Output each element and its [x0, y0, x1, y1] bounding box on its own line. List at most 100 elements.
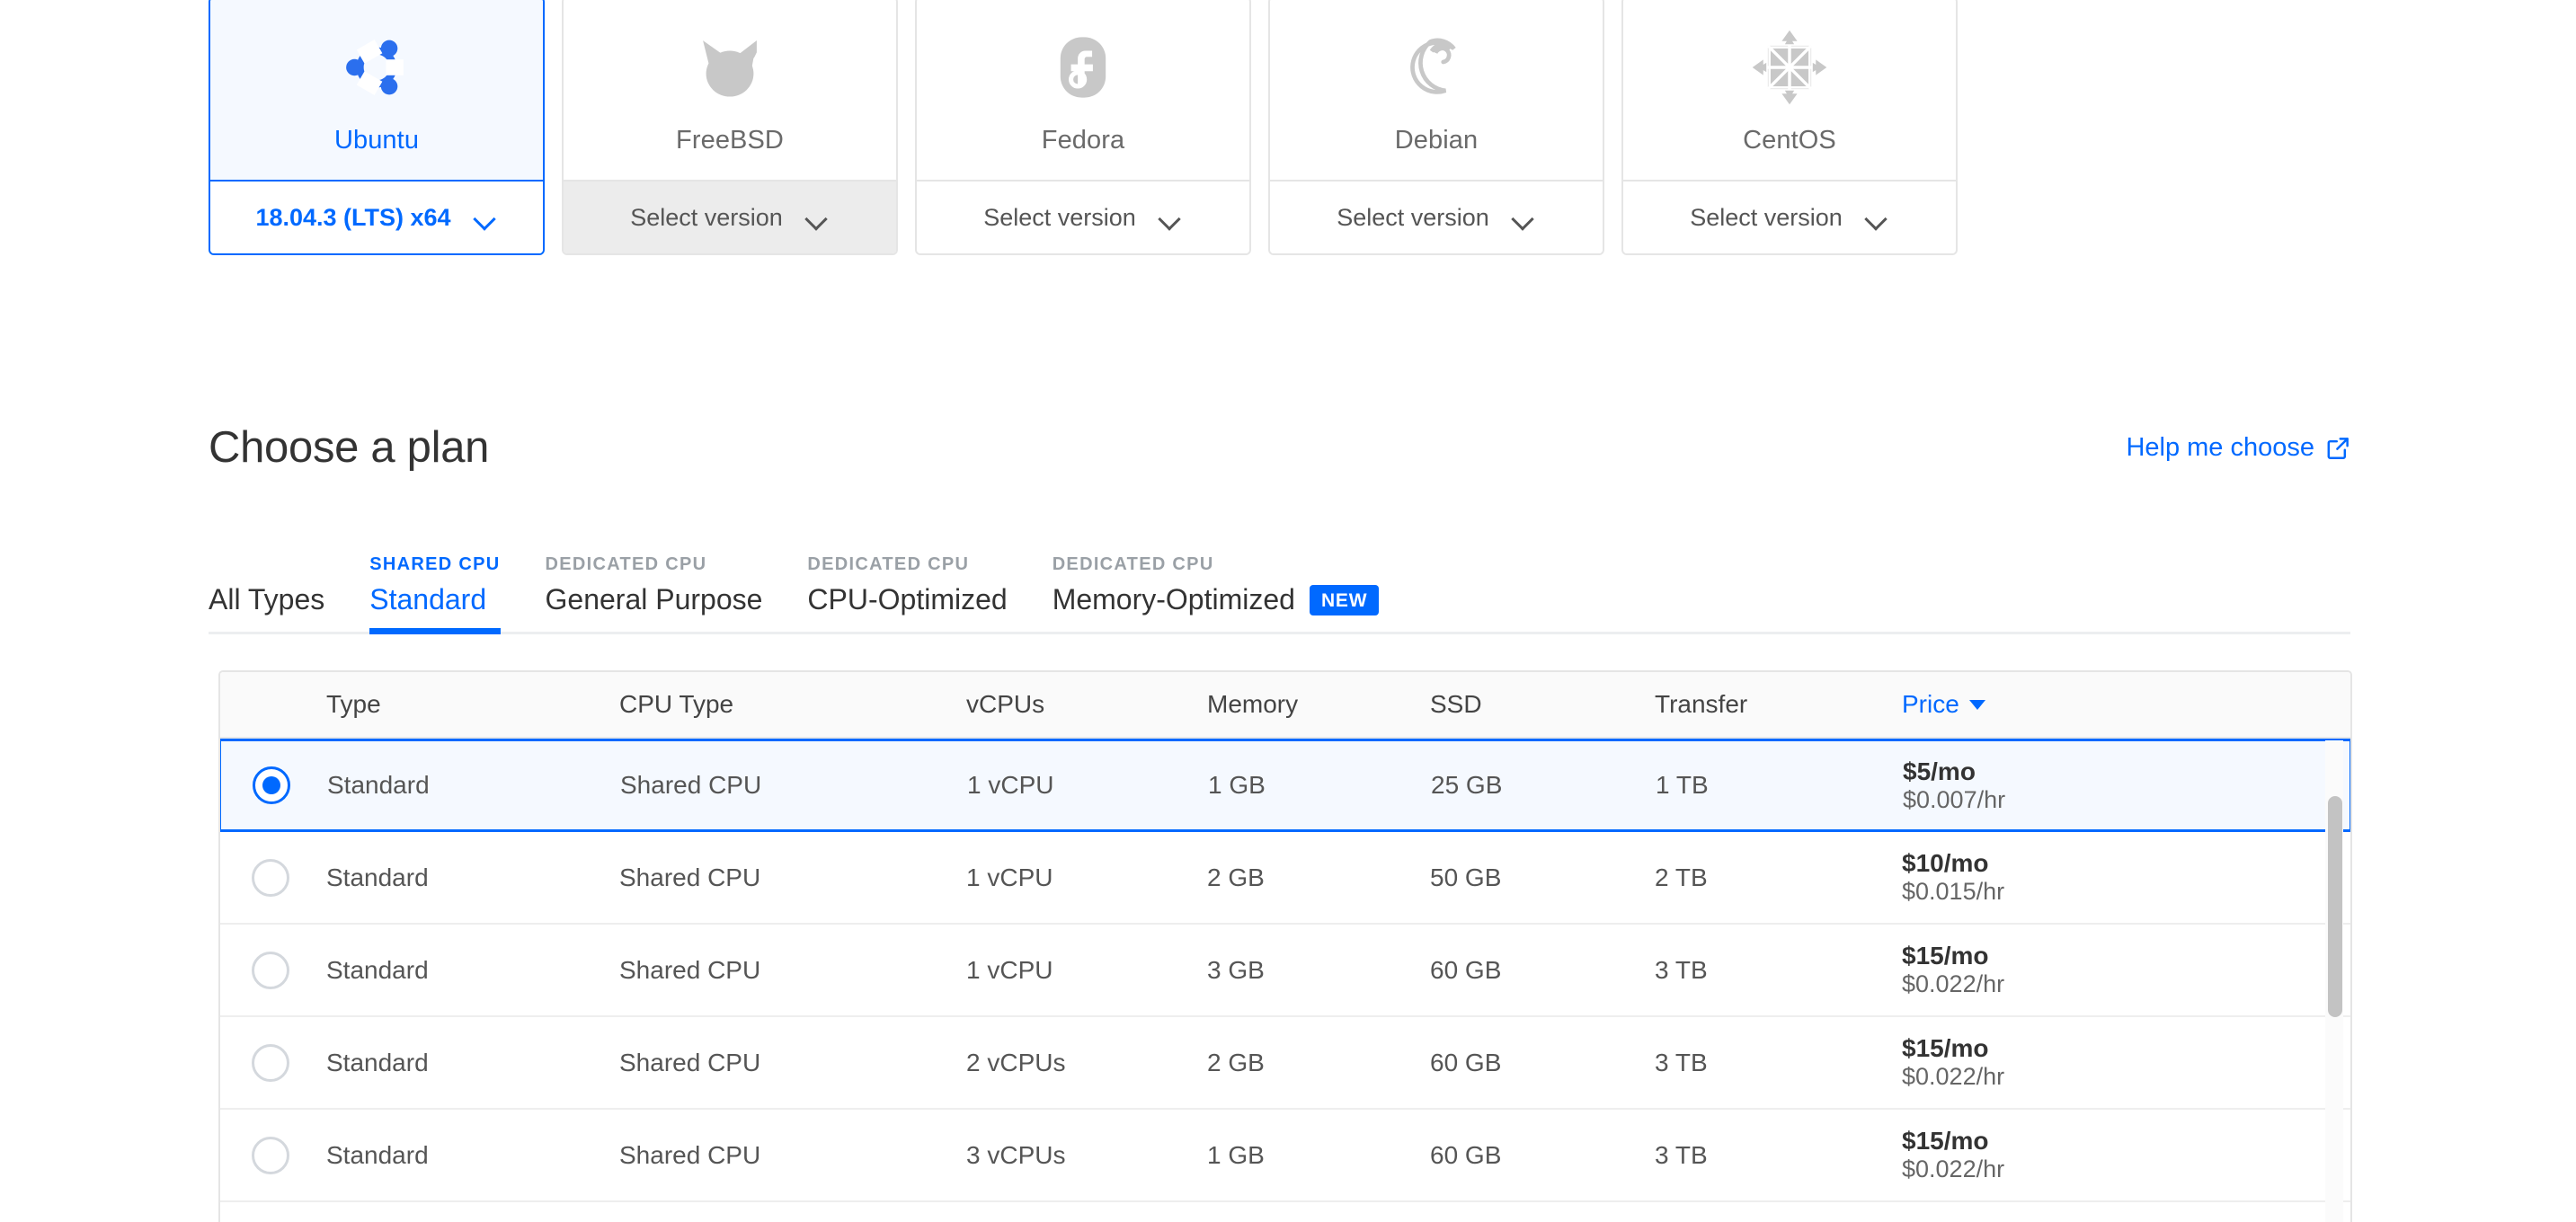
table-row[interactable]: $20/ — [220, 1202, 2350, 1222]
cell-ssd: 60 GB — [1430, 1048, 1502, 1076]
chevron-down-icon — [1513, 211, 1536, 225]
column-header-ssd[interactable]: SSD — [1376, 690, 1599, 719]
cell-price-hourly: $0.007/hr — [1903, 785, 2006, 813]
os-version-select-debian[interactable]: Select version — [1270, 180, 1603, 253]
cell-transfer: 3 TB — [1655, 1048, 1708, 1076]
table-row[interactable]: Standard Shared CPU 1 vCPU 2 GB 50 GB 2 … — [220, 832, 2350, 925]
row-radio-cell[interactable] — [221, 766, 322, 804]
tab-standard[interactable]: SHARED CPU Standard — [369, 528, 501, 634]
os-version-select-fedora-label: Select version — [983, 203, 1136, 231]
column-header-transfer[interactable]: Transfer — [1599, 690, 1855, 719]
cell-price: $15/mo $0.022/hr — [1855, 1126, 2314, 1184]
column-header-type[interactable]: Type — [321, 690, 616, 719]
cell-type: Standard — [327, 771, 430, 799]
plan-type-tabs: All Types SHARED CPU Standard DEDICATED … — [209, 528, 2350, 634]
cell-cpu-type: Shared CPU — [619, 955, 761, 984]
radio-button[interactable] — [252, 858, 289, 897]
cell-vcpus: 1 vCPU — [966, 863, 1053, 891]
table-row[interactable]: Standard Shared CPU 1 vCPU 1 GB 25 GB 1 … — [220, 739, 2350, 832]
table-scrollbar-track[interactable] — [2325, 740, 2343, 1222]
cell-vcpus: 2 vCPUs — [966, 1048, 1066, 1076]
radio-button[interactable] — [252, 1043, 289, 1082]
os-version-select-centos[interactable]: Select version — [1623, 180, 1956, 253]
cell-memory: 1 GB — [1207, 1140, 1265, 1169]
tab-memory-optimized-label: Memory-Optimized NEW — [1053, 583, 1380, 616]
os-card-row: Ubuntu 18.04.3 (LTS) x64 FreeBSD Select … — [209, 0, 1958, 255]
tab-all-types[interactable]: All Types — [209, 528, 324, 632]
cell-memory: 3 GB — [1207, 955, 1265, 984]
tab-general-purpose[interactable]: DEDICATED CPU General Purpose — [546, 528, 763, 632]
tab-all-types-label: All Types — [209, 583, 325, 615]
cell-cpu-type: Shared CPU — [619, 1140, 761, 1169]
os-card-centos-body[interactable]: CentOS — [1623, 0, 1956, 180]
os-card-fedora-body[interactable]: Fedora — [917, 0, 1249, 180]
tab-standard-label: Standard — [369, 583, 487, 615]
cell-price: $15/mo $0.022/hr — [1855, 1033, 2314, 1092]
cell-price-monthly: $15/mo — [1902, 1127, 1989, 1156]
page-title: Choose a plan — [209, 423, 490, 472]
choose-a-plan-header: Choose a plan Help me choose — [209, 422, 2350, 473]
table-header-row: Type CPU Type vCPUs Memory SSD Transfer … — [220, 672, 2350, 739]
table-row[interactable]: Standard Shared CPU 3 vCPUs 1 GB 60 GB 3… — [220, 1110, 2350, 1202]
table-scrollbar-thumb[interactable] — [2328, 796, 2342, 1017]
cell-transfer: 3 TB — [1655, 1140, 1708, 1169]
chevron-down-icon — [475, 211, 498, 225]
tab-all-types-kicker — [209, 554, 324, 576]
os-card-centos[interactable]: CentOS Select version — [1621, 0, 1958, 255]
radio-button[interactable] — [252, 1136, 289, 1174]
tab-memory-optimized-kicker: DEDICATED CPU — [1052, 554, 1214, 574]
plan-table: Type CPU Type vCPUs Memory SSD Transfer … — [218, 670, 2352, 1222]
row-radio-cell[interactable] — [220, 951, 321, 989]
cell-memory: 2 GB — [1207, 863, 1265, 891]
chevron-down-icon — [806, 211, 830, 225]
os-card-freebsd-body[interactable]: FreeBSD — [564, 0, 896, 180]
tab-general-purpose-kicker: DEDICATED CPU — [545, 554, 707, 574]
os-version-select-fedora[interactable]: Select version — [917, 180, 1249, 253]
os-version-select-ubuntu[interactable]: 18.04.3 (LTS) x64 — [210, 180, 543, 253]
create-droplet-page: Ubuntu 18.04.3 (LTS) x64 FreeBSD Select … — [0, 0, 2576, 1222]
os-card-freebsd[interactable]: FreeBSD Select version — [562, 0, 898, 255]
radio-button-selected[interactable] — [253, 766, 290, 804]
os-card-ubuntu-body[interactable]: Ubuntu — [210, 0, 543, 180]
cell-price-hourly: $0.015/hr — [1902, 878, 2005, 906]
help-me-choose-link[interactable]: Help me choose — [2126, 422, 2350, 463]
row-radio-cell[interactable] — [220, 858, 321, 897]
cell-transfer: 1 TB — [1656, 771, 1709, 799]
chevron-down-icon — [1866, 211, 1889, 225]
cell-price: $15/mo $0.022/hr — [1855, 941, 2314, 999]
tab-spacer — [501, 631, 546, 632]
tab-cpu-optimized[interactable]: DEDICATED CPU CPU-Optimized — [807, 528, 1007, 632]
table-row[interactable]: Standard Shared CPU 2 vCPUs 2 GB 60 GB 3… — [220, 1017, 2350, 1110]
external-link-icon — [2326, 436, 2350, 460]
os-version-select-centos-label: Select version — [1690, 203, 1843, 231]
column-header-price[interactable]: Price — [1855, 690, 2314, 719]
column-header-vcpus[interactable]: vCPUs — [939, 690, 1160, 719]
freebsd-logo-icon — [680, 18, 779, 117]
os-card-debian[interactable]: Debian Select version — [1268, 0, 1604, 255]
cell-cpu-type: Shared CPU — [619, 863, 761, 891]
cell-type: Standard — [326, 1048, 429, 1076]
cell-price: $10/mo $0.015/hr — [1855, 848, 2314, 907]
row-radio-cell[interactable] — [220, 1136, 321, 1174]
row-radio-cell[interactable] — [220, 1043, 321, 1082]
os-card-freebsd-label: FreeBSD — [676, 126, 784, 155]
table-row[interactable]: Standard Shared CPU 1 vCPU 3 GB 60 GB 3 … — [220, 925, 2350, 1017]
cell-price-monthly: $5/mo — [1903, 757, 1976, 785]
os-card-debian-label: Debian — [1394, 126, 1479, 155]
column-header-price-label: Price — [1902, 690, 1959, 718]
radio-button[interactable] — [252, 951, 289, 989]
debian-logo-icon — [1387, 18, 1486, 117]
column-header-cpu-type[interactable]: CPU Type — [616, 690, 939, 719]
os-card-debian-body[interactable]: Debian — [1270, 0, 1603, 180]
column-header-memory[interactable]: Memory — [1160, 690, 1376, 719]
ubuntu-logo-icon — [327, 18, 426, 117]
os-card-ubuntu[interactable]: Ubuntu 18.04.3 (LTS) x64 — [209, 0, 545, 255]
os-version-select-freebsd[interactable]: Select version — [564, 180, 896, 253]
chevron-down-icon — [1159, 211, 1183, 225]
cell-vcpus: 3 vCPUs — [966, 1140, 1066, 1169]
cell-price-monthly: $15/mo — [1902, 1034, 1989, 1063]
tab-memory-optimized[interactable]: DEDICATED CPU Memory-Optimized NEW — [1053, 528, 1380, 632]
os-card-fedora[interactable]: Fedora Select version — [915, 0, 1251, 255]
cell-memory: 2 GB — [1207, 1048, 1265, 1076]
tab-cpu-optimized-label: CPU-Optimized — [807, 583, 1008, 615]
